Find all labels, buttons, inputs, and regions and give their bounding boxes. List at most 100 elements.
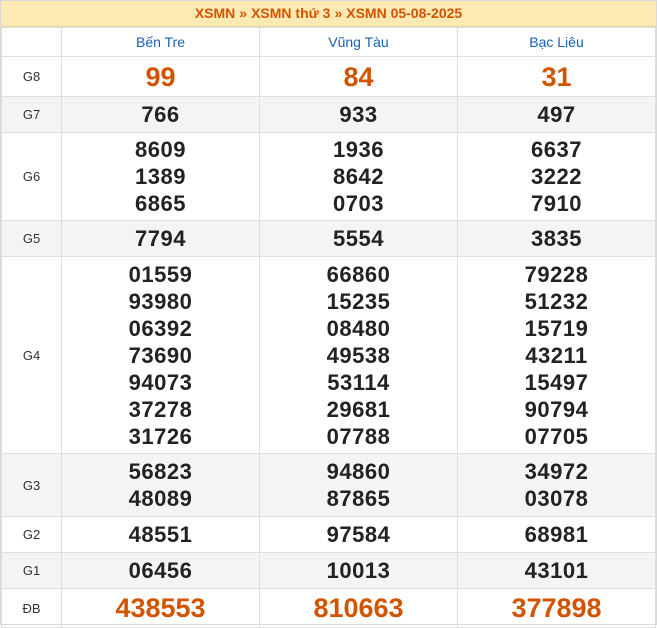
prize-number: 34972 [524, 459, 589, 484]
prize-number: 06456 [128, 558, 193, 583]
prize-number: 07705 [524, 423, 589, 449]
prize-cell: 10013 [259, 552, 458, 589]
prize-number: 1389 [135, 164, 186, 189]
breadcrumb-link-xsmn[interactable]: XSMN [195, 5, 235, 21]
prize-row-g1: G1 06456 10013 43101 [1, 552, 656, 589]
prize-number: 10013 [326, 558, 391, 583]
prize-number: 6865 [135, 191, 186, 216]
breadcrumb-link-xsmn-thu-3[interactable]: XSMN thứ 3 [251, 5, 330, 21]
province-header-row: Bến Tre Vũng Tàu Bạc Liêu [1, 27, 656, 57]
prize-cell: 43101 [457, 552, 656, 589]
prize-cell: 438553 [61, 588, 260, 628]
lottery-results-panel: XSMN» XSMN thứ 3» XSMN 05-08-2025 Bến Tre … [0, 0, 657, 628]
prize-cell: 66860 15235 08480 49538 53114 29681 0778… [259, 256, 458, 454]
prize-cell: 1936 8642 0703 [259, 132, 458, 221]
breadcrumb-link-xsmn-date[interactable]: XSMN 05-08-2025 [346, 5, 462, 21]
prize-cell: 3835 [457, 220, 656, 257]
prize-cell: 48551 [61, 516, 260, 553]
prize-cell: 01559 93980 06392 73690 94073 37278 3172… [61, 256, 260, 454]
prize-number: 766 [141, 102, 180, 127]
prize-number: 94860 [326, 459, 391, 484]
prize-cell: 97584 [259, 516, 458, 553]
prize-number: 66860 [326, 261, 391, 287]
prize-number: 08480 [326, 315, 391, 341]
prize-cell: 84 [259, 56, 458, 97]
prize-number: 15719 [524, 315, 589, 341]
prize-label: G4 [1, 256, 62, 454]
prize-cell: 94860 87865 [259, 453, 458, 517]
province-header-vung-tau: Vũng Tàu [259, 27, 458, 57]
prize-number: 01559 [128, 261, 193, 287]
prize-cell: 06456 [61, 552, 260, 589]
prize-number: 93980 [128, 288, 193, 314]
prize-number: 48089 [128, 486, 193, 511]
prize-cell: 99 [61, 56, 260, 97]
prize-number: 73690 [128, 342, 193, 368]
prize-number: 37278 [128, 396, 193, 422]
prize-label: G8 [1, 56, 62, 97]
prize-cell: 34972 03078 [457, 453, 656, 517]
province-link-bac-lieu[interactable]: Bạc Liêu [529, 34, 583, 50]
prize-number: 15235 [326, 288, 391, 314]
prize-number: 51232 [524, 288, 589, 314]
prize-cell: 497 [457, 96, 656, 133]
breadcrumb-separator: » [334, 5, 343, 21]
prize-row-g6: G6 8609 1389 6865 1936 8642 0703 6637 32… [1, 132, 656, 221]
prize-number: 99 [145, 61, 176, 92]
province-header-bac-lieu: Bạc Liêu [457, 27, 656, 57]
prize-number: 1936 [333, 137, 384, 162]
prize-number: 8609 [135, 137, 186, 162]
breadcrumb: XSMN» XSMN thứ 3» XSMN 05-08-2025 [1, 1, 656, 27]
prize-cell: 68981 [457, 516, 656, 553]
prize-number: 31 [541, 61, 572, 92]
prize-number: 3222 [531, 164, 582, 189]
prize-cell: 377898 [457, 588, 656, 628]
province-link-vung-tau[interactable]: Vũng Tàu [328, 34, 388, 50]
special-prize-number: 438553 [115, 593, 206, 623]
prize-cell: 7794 [61, 220, 260, 257]
prize-label: G3 [1, 453, 62, 517]
corner-cell [1, 27, 62, 57]
prize-number: 06392 [128, 315, 193, 341]
prize-number: 97584 [326, 522, 391, 547]
prize-label: G7 [1, 96, 62, 133]
prize-number: 31726 [128, 423, 193, 449]
prize-row-g2: G2 48551 97584 68981 [1, 516, 656, 553]
prize-number: 94073 [128, 369, 193, 395]
prize-cell: 56823 48089 [61, 453, 260, 517]
prize-row-g8: G8 99 84 31 [1, 56, 656, 97]
prize-number: 15497 [524, 369, 589, 395]
prize-number: 53114 [327, 369, 390, 395]
prize-number: 29681 [326, 396, 391, 422]
prize-label: G6 [1, 132, 62, 221]
prize-row-special: ĐB 438553 810663 377898 [1, 588, 656, 628]
prize-cell: 933 [259, 96, 458, 133]
prize-cell: 810663 [259, 588, 458, 628]
prize-cell: 6637 3222 7910 [457, 132, 656, 221]
prize-number: 933 [339, 102, 378, 127]
prize-number: 03078 [524, 486, 589, 511]
prize-label: G5 [1, 220, 62, 257]
prize-number: 56823 [128, 459, 193, 484]
prize-row-g3: G3 56823 48089 94860 87865 34972 03078 [1, 453, 656, 517]
prize-number: 43101 [524, 558, 589, 583]
prize-number: 43211 [525, 342, 588, 368]
prize-row-g4: G4 01559 93980 06392 73690 94073 37278 3… [1, 256, 656, 454]
prize-number: 90794 [524, 396, 589, 422]
prize-number: 49538 [326, 342, 391, 368]
special-prize-number: 810663 [313, 593, 404, 623]
province-link-ben-tre[interactable]: Bến Tre [136, 34, 185, 50]
prize-number: 7910 [531, 191, 582, 216]
prize-number: 87865 [326, 486, 391, 511]
province-header-ben-tre: Bến Tre [61, 27, 260, 57]
prize-number: 84 [343, 61, 374, 92]
prize-row-g5: G5 7794 5554 3835 [1, 220, 656, 257]
prize-cell: 79228 51232 15719 43211 15497 90794 0770… [457, 256, 656, 454]
prize-number: 497 [537, 102, 576, 127]
prize-number: 5554 [333, 226, 384, 251]
prize-row-g7: G7 766 933 497 [1, 96, 656, 133]
results-table: Bến Tre Vũng Tàu Bạc Liêu G8 99 84 31 G7… [1, 27, 656, 628]
prize-number: 07788 [326, 423, 391, 449]
prize-cell: 766 [61, 96, 260, 133]
breadcrumb-separator: » [239, 5, 248, 21]
